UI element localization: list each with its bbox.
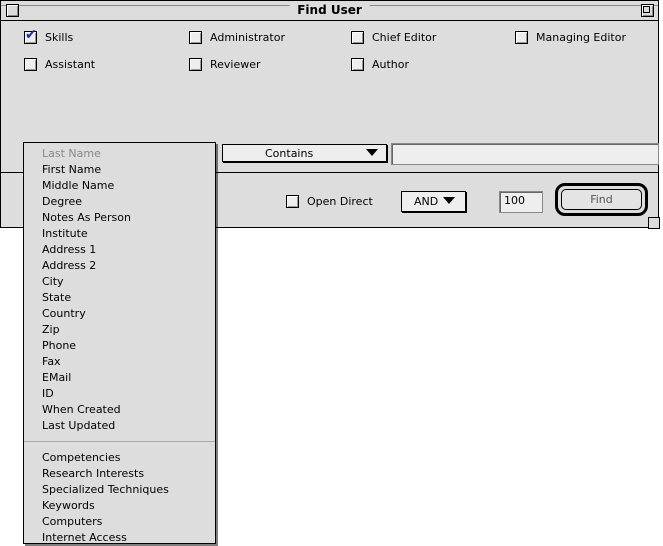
checkbox-open-direct[interactable]: Open Direct	[286, 194, 373, 208]
menu-item-address-2[interactable]: Address 2	[24, 258, 215, 274]
menu-item-email[interactable]: EMail	[24, 370, 215, 386]
zoom-box-icon[interactable]	[641, 4, 654, 17]
checkbox-checked-icon[interactable]	[24, 27, 37, 44]
menu-item-research-interests[interactable]: Research Interests	[24, 466, 215, 482]
checkbox-chief-editor[interactable]: Chief Editor	[351, 30, 436, 44]
menu-item-degree[interactable]: Degree	[24, 194, 215, 210]
menu-item-address-1[interactable]: Address 1	[24, 242, 215, 258]
menu-item-specialized-techniques[interactable]: Specialized Techniques	[24, 482, 215, 498]
checkbox-assistant[interactable]: Assistant	[24, 57, 95, 71]
checkbox-icon[interactable]	[351, 57, 364, 71]
open-direct-label: Open Direct	[307, 194, 373, 208]
checkbox-reviewer[interactable]: Reviewer	[189, 57, 261, 71]
operator-popup[interactable]: Contains	[222, 144, 387, 162]
close-box-icon[interactable]	[6, 4, 19, 17]
menu-item-institute[interactable]: Institute	[24, 226, 215, 242]
checkbox-skills[interactable]: Skills	[24, 27, 74, 44]
operator-value: Contains	[265, 146, 314, 160]
title-bar[interactable]: Find User	[1, 1, 658, 21]
checkbox-icon[interactable]	[515, 30, 528, 44]
logic-value: AND	[414, 195, 439, 208]
menu-item-id[interactable]: ID	[24, 386, 215, 402]
menu-item-computers[interactable]: Computers	[24, 514, 215, 530]
checkbox-managing-editor[interactable]: Managing Editor	[515, 30, 626, 44]
chevron-down-icon	[443, 197, 455, 204]
checkbox-label: Assistant	[45, 57, 96, 71]
find-button-default-ring[interactable]: Find	[555, 183, 648, 216]
limit-value: 100	[504, 194, 525, 207]
checkbox-icon[interactable]	[351, 30, 364, 44]
checkbox-label: Skills	[45, 30, 74, 44]
checkbox-icon[interactable]	[24, 57, 37, 71]
menu-item-last-updated[interactable]: Last Updated	[24, 418, 215, 434]
menu-item-keywords[interactable]: Keywords	[24, 498, 215, 514]
checkbox-administrator[interactable]: Administrator	[189, 30, 285, 44]
menu-item-last-name[interactable]: Last Name	[24, 146, 215, 162]
menu-item-competencies[interactable]: Competencies	[24, 450, 215, 466]
menu-item-zip[interactable]: Zip	[24, 322, 215, 338]
checkbox-icon[interactable]	[189, 57, 202, 71]
checkbox-icon[interactable]	[286, 194, 299, 208]
menu-item-country[interactable]: Country	[24, 306, 215, 322]
checkbox-label: Chief Editor	[372, 30, 437, 44]
checkbox-label: Administrator	[210, 30, 285, 44]
menu-item-state[interactable]: State	[24, 290, 215, 306]
checkbox-label: Author	[372, 57, 410, 71]
search-value-input[interactable]	[391, 143, 659, 165]
chevron-down-icon	[366, 149, 378, 156]
menu-item-middle-name[interactable]: Middle Name	[24, 178, 215, 194]
window-title: Find User	[289, 3, 370, 18]
menu-item-city[interactable]: City	[24, 274, 215, 290]
find-button[interactable]: Find	[561, 189, 642, 210]
menu-item-notes-as-person[interactable]: Notes As Person	[24, 210, 215, 226]
menu-item-phone[interactable]: Phone	[24, 338, 215, 354]
resize-handle-icon[interactable]	[648, 217, 660, 229]
field-dropdown-menu: Last Name First Name Middle Name Degree …	[23, 142, 216, 544]
logic-popup[interactable]: AND	[401, 191, 466, 212]
menu-item-fax[interactable]: Fax	[24, 354, 215, 370]
checkbox-label: Managing Editor	[536, 30, 626, 44]
checkbox-label: Reviewer	[210, 57, 261, 71]
checkbox-author[interactable]: Author	[351, 57, 409, 71]
menu-separator	[24, 441, 215, 442]
limit-input[interactable]: 100	[499, 191, 543, 213]
checkbox-icon[interactable]	[189, 30, 202, 44]
menu-item-first-name[interactable]: First Name	[24, 162, 215, 178]
menu-item-when-created[interactable]: When Created	[24, 402, 215, 418]
